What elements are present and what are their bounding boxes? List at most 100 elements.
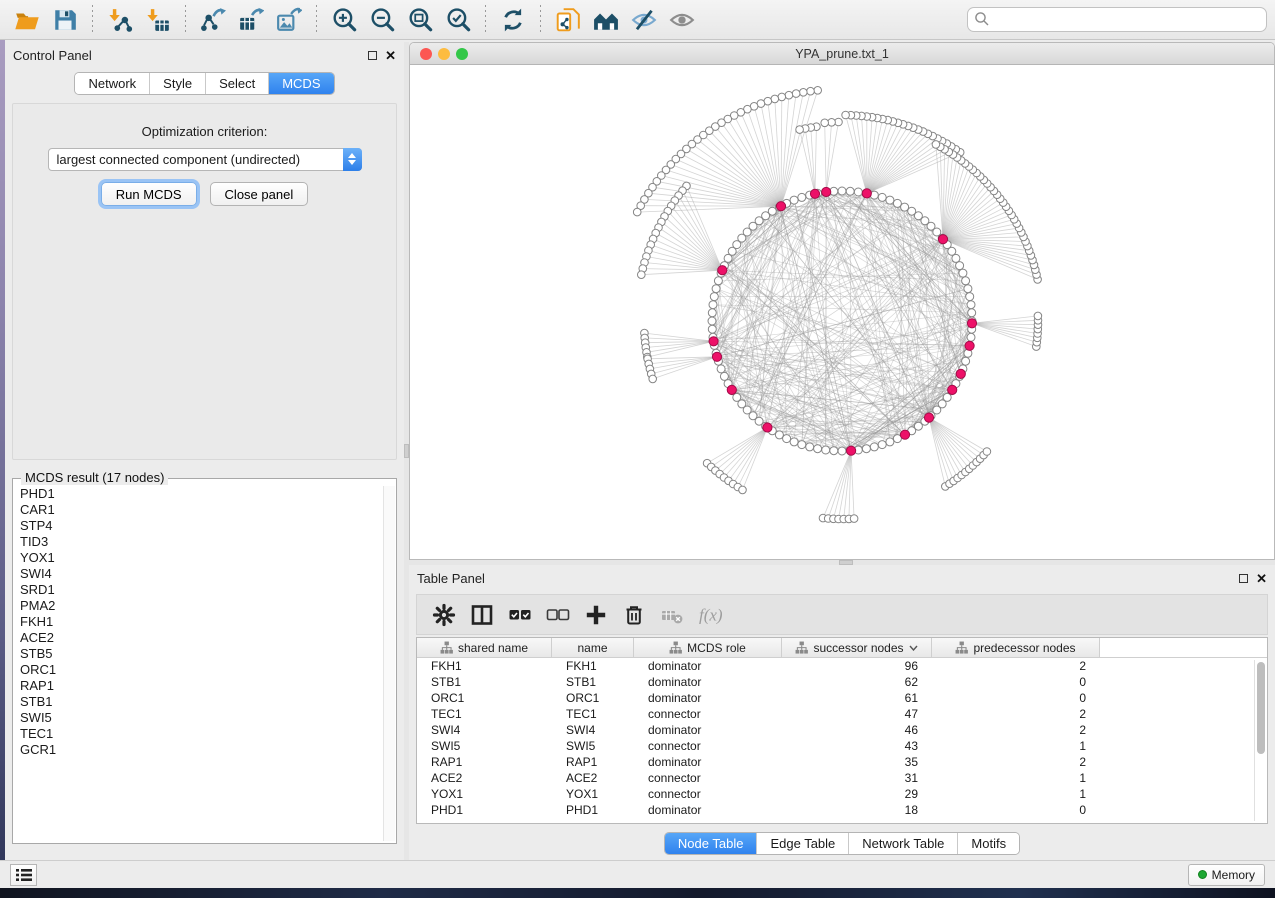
window-close-icon[interactable] [420,48,432,60]
select-all-icon[interactable] [503,599,537,631]
mcds-result-item[interactable]: PHD1 [15,486,382,502]
mcds-result-item[interactable]: PMA2 [15,598,382,614]
table-cell: 1 [932,786,1100,802]
zoom-out-icon[interactable] [363,3,401,37]
tab-style[interactable]: Style [150,73,206,94]
mcds-result-item[interactable]: SRD1 [15,582,382,598]
table-cell: dominator [634,690,782,706]
table-body: FKH1FKH1dominator962STB1STB1dominator620… [417,658,1267,818]
network-window-titlebar[interactable]: YPA_prune.txt_1 [410,43,1274,65]
mcds-result-item[interactable]: CAR1 [15,502,382,518]
network-graph[interactable] [410,65,1275,560]
mcds-result-item[interactable]: STB1 [15,694,382,710]
import-table-icon[interactable] [139,3,177,37]
export-table-icon[interactable] [232,3,270,37]
mcds-result-item[interactable]: FKH1 [15,614,382,630]
table-row[interactable]: ACE2ACE2connector311 [417,770,1267,786]
memory-button[interactable]: Memory [1188,864,1265,886]
table-panel-title: Table Panel [417,571,485,586]
table-row[interactable]: SWI5SWI5connector431 [417,738,1267,754]
add-icon[interactable] [579,599,613,631]
mcds-result-item[interactable]: SWI4 [15,566,382,582]
table-cell: RAP1 [552,754,634,770]
import-network-icon[interactable] [101,3,139,37]
export-image-icon[interactable] [270,3,308,37]
mcds-result-item[interactable]: RAP1 [15,678,382,694]
table-cell: 35 [782,754,932,770]
mcds-result-item[interactable]: STP4 [15,518,382,534]
table-row[interactable]: TEC1TEC1connector472 [417,706,1267,722]
table-scrollbar[interactable] [1254,660,1266,821]
table-cell: TEC1 [417,706,552,722]
table-row[interactable]: STB1STB1dominator620 [417,674,1267,690]
open-folder-icon[interactable] [8,3,46,37]
table-row[interactable]: RAP1RAP1dominator352 [417,754,1267,770]
zoom-in-icon[interactable] [325,3,363,37]
tab-network-table[interactable]: Network Table [849,833,958,854]
table-cell: ACE2 [417,770,552,786]
table-cell: RAP1 [417,754,552,770]
table-cell: PHD1 [417,802,552,818]
network-overview-icon[interactable] [587,3,625,37]
zoom-fit-icon[interactable] [401,3,439,37]
close-table-panel-icon[interactable]: ✕ [1256,572,1267,585]
column-header-name[interactable]: name [552,638,634,657]
float-panel-icon[interactable] [368,51,377,60]
tab-network[interactable]: Network [75,73,150,94]
table-cell: ACE2 [552,770,634,786]
column-header-MCDS-role[interactable]: MCDS role [634,638,782,657]
delete-icon[interactable] [617,599,651,631]
search-input[interactable] [967,7,1267,32]
mcds-result-item[interactable]: TID3 [15,534,382,550]
window-zoom-icon[interactable] [456,48,468,60]
status-bar: Memory [0,860,1275,888]
close-panel-button[interactable]: Close panel [210,182,309,206]
table-row[interactable]: YOX1YOX1connector291 [417,786,1267,802]
zoom-selected-icon[interactable] [439,3,477,37]
tab-mcds[interactable]: MCDS [269,73,333,94]
column-header-successor-nodes[interactable]: successor nodes [782,638,932,657]
task-history-button[interactable] [10,864,37,886]
table-row[interactable]: SWI4SWI4dominator462 [417,722,1267,738]
column-layout-icon[interactable] [465,599,499,631]
mcds-result-item[interactable]: STB5 [15,646,382,662]
clone-network-icon[interactable] [549,3,587,37]
table-cell: 62 [782,674,932,690]
settings-icon[interactable] [427,599,461,631]
column-header-predecessor-nodes[interactable]: predecessor nodes [932,638,1100,657]
application-window: Control Panel ✕ NetworkStyleSelectMCDS O… [0,0,1275,898]
deselect-all-icon[interactable] [541,599,575,631]
mcds-result-list: PHD1CAR1STP4TID3YOX1SWI4SRD1PMA2FKH1ACE2… [15,486,382,841]
tab-edge-table[interactable]: Edge Table [757,833,849,854]
tab-node-table[interactable]: Node Table [665,833,758,854]
table-row[interactable]: ORC1ORC1dominator610 [417,690,1267,706]
mcds-result-item[interactable]: GCR1 [15,742,382,758]
table-row[interactable]: FKH1FKH1dominator962 [417,658,1267,674]
mcds-result-item[interactable]: YOX1 [15,550,382,566]
mcds-result-item[interactable]: TEC1 [15,726,382,742]
table-cell: STB1 [552,674,634,690]
window-minimize-icon[interactable] [438,48,450,60]
mcds-list-scrollbar[interactable] [383,486,395,841]
run-mcds-button[interactable]: Run MCDS [101,182,197,206]
refresh-icon[interactable] [494,3,532,37]
network-canvas[interactable] [410,65,1275,560]
hide-graphics-details-icon[interactable] [625,3,663,37]
table-header-row: shared namenameMCDS rolesuccessor nodesp… [417,638,1267,658]
table-row[interactable]: PHD1PHD1dominator180 [417,802,1267,818]
table-cell: connector [634,738,782,754]
table-panel-header: Table Panel ✕ [409,565,1275,591]
tab-motifs[interactable]: Motifs [958,833,1019,854]
show-graphics-details-icon[interactable] [663,3,701,37]
mcds-result-item[interactable]: ORC1 [15,662,382,678]
mcds-result-item[interactable]: SWI5 [15,710,382,726]
table-tabs: Node TableEdge TableNetwork TableMotifs [664,832,1020,855]
export-network-icon[interactable] [194,3,232,37]
column-header-shared-name[interactable]: shared name [417,638,552,657]
optimization-criterion-dropdown[interactable]: largest connected component (undirected) [48,148,362,171]
close-panel-icon[interactable]: ✕ [385,49,396,62]
save-icon[interactable] [46,3,84,37]
mcds-result-item[interactable]: ACE2 [15,630,382,646]
tab-select[interactable]: Select [206,73,269,94]
float-table-panel-icon[interactable] [1239,574,1248,583]
